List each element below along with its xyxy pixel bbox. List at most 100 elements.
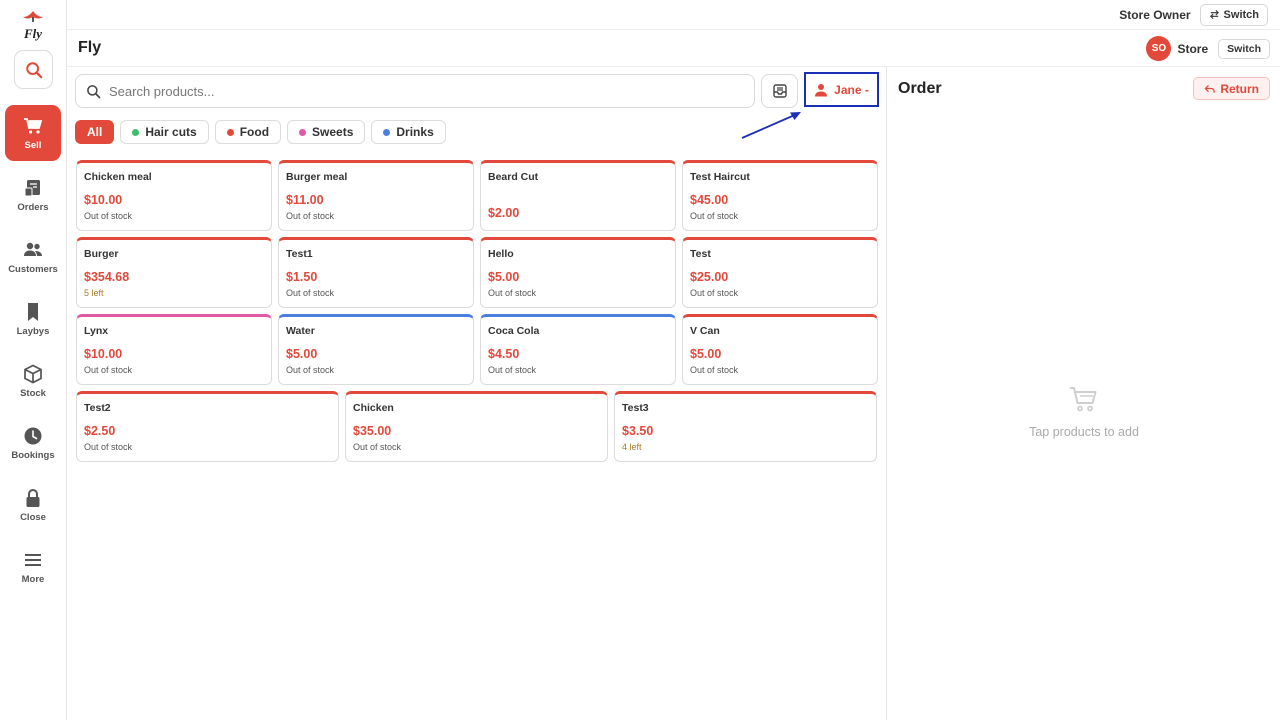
nav-item-stock[interactable]: Stock [5,353,61,409]
product-stock: Out of stock [286,211,335,221]
avatar[interactable]: SO [1146,36,1172,61]
product-stock: Out of stock [488,288,537,298]
category-food[interactable]: Food [214,120,282,144]
product-stock: Out of stock [286,365,335,375]
product-card[interactable]: Burger meal $11.00 Out of stock [278,160,474,231]
return-label: Return [1220,81,1259,96]
product-search[interactable] [75,74,755,108]
global-search-button[interactable] [14,50,53,89]
clock-icon [24,427,42,444]
product-card[interactable]: Water $5.00 Out of stock [278,314,474,385]
product-stock: 4 left [622,442,642,452]
nav-item-laybys[interactable]: Laybys [5,291,61,347]
product-price: $4.50 [488,347,520,361]
product-card[interactable]: Test $25.00 Out of stock [682,237,878,308]
customer-select-button[interactable]: Jane - [804,72,879,107]
product-card[interactable]: Chicken meal $10.00 Out of stock [76,160,272,231]
nav-label: Sell [24,139,42,151]
category-all[interactable]: All [75,120,115,144]
product-name: Burger [84,248,119,260]
product-price: $25.00 [690,270,729,284]
product-grid: Chicken meal $10.00 Out of stock Burger … [76,160,878,462]
product-name: Lynx [84,325,109,337]
product-card[interactable]: Hello $5.00 Out of stock [480,237,676,308]
nav-label: Bookings [11,449,55,461]
product-card[interactable]: Lynx $10.00 Out of stock [76,314,272,385]
product-stock: Out of stock [690,365,739,375]
nav-item-bookings[interactable]: Bookings [5,415,61,471]
nav-label: Customers [8,263,58,275]
search-input[interactable] [109,83,709,99]
search-icon [25,61,42,78]
product-card[interactable]: Test1 $1.50 Out of stock [278,237,474,308]
product-stock: Out of stock [690,211,739,221]
search-icon [87,84,101,98]
product-price: $5.00 [286,347,318,361]
product-price: $2.50 [84,424,116,438]
swap-icon [1209,9,1219,20]
chip-label: Hair cuts [145,125,197,139]
store-switcher: SO Store Switch [1146,36,1270,61]
product-price: $3.50 [622,424,654,438]
product-card[interactable]: Chicken $35.00 Out of stock [345,391,608,462]
product-price: $5.00 [690,347,722,361]
product-name: Test Haircut [690,171,750,183]
category-dot [383,128,391,136]
store-label: Store [1177,41,1209,56]
product-stock: 5 left [84,288,104,298]
category-dot [299,128,307,136]
product-stock: Out of stock [84,211,133,221]
orders-icon [24,179,40,196]
category-drinks[interactable]: Drinks [371,120,446,144]
nav-item-customers[interactable]: Customers [5,229,61,285]
lock-icon [26,488,40,507]
order-title: Order [898,80,942,97]
product-card[interactable]: Test3 $3.50 4 left [614,391,877,462]
product-price: $10.00 [84,193,123,207]
nav-item-more[interactable]: More [5,539,61,595]
product-name: Water [286,325,315,337]
product-card[interactable]: V Can $5.00 Out of stock [682,314,878,385]
product-name: Hello [488,248,514,260]
main-nav: Sell Orders Customers Laybys Stock Booki… [0,105,67,601]
nav-item-close[interactable]: Close [5,477,61,533]
logo-text: Fly [23,26,42,41]
nav-item-orders[interactable]: Orders [5,167,61,223]
user-icon [815,83,828,96]
product-stock: Out of stock [488,365,537,375]
nav-label: More [21,573,45,585]
product-name: Coca Cola [488,325,540,337]
switch-role-button[interactable]: Switch [1199,3,1268,26]
product-card[interactable]: Test2 $2.50 Out of stock [76,391,339,462]
product-card[interactable]: Beard Cut $2.00 [480,160,676,231]
customer-name: Jane - [834,82,869,97]
product-name: Beard Cut [488,171,539,183]
fly-logo-icon: Fly [23,11,43,41]
nav-label: Laybys [16,325,50,337]
product-stock: Out of stock [84,442,133,452]
nav-item-sell[interactable]: Sell [5,105,61,161]
empty-cart-icon [1070,387,1097,412]
product-row: Test2 $2.50 Out of stock Chicken $35.00 … [76,391,878,462]
switch-store-button[interactable]: Switch [1218,38,1270,59]
empty-order-state: Tap products to add [887,385,1280,439]
category-sweets[interactable]: Sweets [287,120,366,144]
product-row: Lynx $10.00 Out of stock Water $5.00 Out… [76,314,878,385]
category-dot [226,128,234,136]
chip-label: Food [239,125,270,139]
product-stock: Out of stock [84,365,133,375]
product-name: Chicken meal [84,171,152,183]
inbox-icon [772,84,787,98]
return-button[interactable]: Return [1193,77,1270,100]
category-hair-cuts[interactable]: Hair cuts [120,120,209,144]
product-card[interactable]: Coca Cola $4.50 Out of stock [480,314,676,385]
product-card[interactable]: Test Haircut $45.00 Out of stock [682,160,878,231]
inventory-button[interactable] [761,74,798,108]
product-name: Chicken [353,402,394,414]
product-row: Chicken meal $10.00 Out of stock Burger … [76,160,878,231]
product-card[interactable]: Burger $354.68 5 left [76,237,272,308]
product-name: V Can [690,325,720,337]
product-area: Jane - All Hair cuts Food Sweets Drinks [67,67,886,720]
product-row: Burger $354.68 5 left Test1 $1.50 Out of… [76,237,878,308]
box-icon [24,364,42,383]
